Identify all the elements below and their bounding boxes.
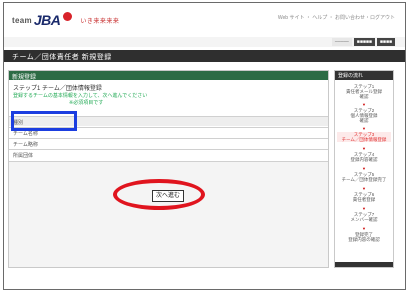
step-arrow-icon: ▼ <box>362 206 366 211</box>
step-6: ステップ6 責任者登録 <box>352 192 376 202</box>
form-row-label: 所属団体 <box>13 153 34 159</box>
highlight-annotation-ellipse <box>113 179 205 210</box>
header-links[interactable]: Web サイト ・ ヘルプ ・ お問い合わせ・ログアウト <box>278 14 395 21</box>
submit-area <box>9 161 328 267</box>
step-4: ステップ4 登録内容確認 <box>350 152 378 162</box>
logo-prefix: team <box>12 15 32 25</box>
header-button-2[interactable]: ■■■■■ <box>353 38 375 46</box>
form-row-team-abbr[interactable]: チーム略称 <box>9 138 328 148</box>
logo-mark-icon <box>63 11 73 21</box>
step-arrow-icon: ▼ <box>362 186 366 191</box>
form-row-affiliation[interactable]: 所属団体 <box>9 149 328 159</box>
form-row-label: チーム略称 <box>13 142 38 148</box>
step-3-current: ステップ3 チーム／団体情報登録 <box>337 132 391 142</box>
registration-form-panel: 新規登録 ステップ1 チーム／団体情報登録 登録するチームの基本情報を入力して、… <box>8 70 329 268</box>
header-buttons: ––––– ■■■■■ ■■■■ <box>331 38 395 46</box>
step-arrow-icon: ▼ <box>362 226 366 231</box>
required-note: ※必須項目です <box>69 100 104 106</box>
step-arrow-icon: ▼ <box>362 166 366 171</box>
highlight-annotation-box <box>11 111 77 131</box>
section-title: 新規登録 <box>12 75 37 81</box>
sidebar-footer <box>335 262 393 267</box>
form-title: ステップ1 チーム／団体情報登録 <box>13 86 102 92</box>
page-title: チーム／団体責任者 新規登録 <box>12 54 112 61</box>
sidebar-header: 登録の流れ <box>335 71 393 80</box>
step-complete: 登録完了 登録内容の確認 <box>348 232 380 242</box>
step-arrow-icon: ▼ <box>362 102 366 107</box>
step-7: ステップ7 メンバー確認 <box>350 212 378 222</box>
logo-subtitle: いき来来来来 <box>80 18 120 25</box>
jba-logo[interactable]: team JBA いき来来来来 <box>12 11 119 29</box>
steps-sidebar: 登録の流れ ステップ1 責任者メール登録 確認 ▼ ステップ2 個人情報登録 確… <box>334 70 394 268</box>
page-title-bar: チーム／団体責任者 新規登録 <box>4 50 405 62</box>
form-row-label: チーム名称 <box>13 131 38 137</box>
site-header: team JBA いき来来来来 Web サイト ・ ヘルプ ・ お問い合わせ・ロ… <box>4 3 405 35</box>
step-arrow-icon: ▼ <box>362 146 366 151</box>
step-arrow-icon: ▼ <box>362 126 366 131</box>
step-5: ステップ5 チーム／団体登録完了 <box>341 172 387 182</box>
step-1: ステップ1 責任者メール登録 確認 <box>346 84 382 99</box>
header-button-1[interactable]: ––––– <box>331 38 352 46</box>
logo-jba: JBA <box>33 12 61 28</box>
header-toolbar: ––––– ■■■■■ ■■■■ <box>4 37 405 47</box>
section-header: 新規登録 <box>9 71 328 81</box>
form-instruction: 登録するチームの基本情報を入力して、次へ進んでください <box>13 93 148 99</box>
header-button-3[interactable]: ■■■■ <box>376 38 395 46</box>
sidebar-title: 登録の流れ <box>338 73 364 79</box>
step-2: ステップ2 個人情報登録 確認 <box>350 108 378 123</box>
